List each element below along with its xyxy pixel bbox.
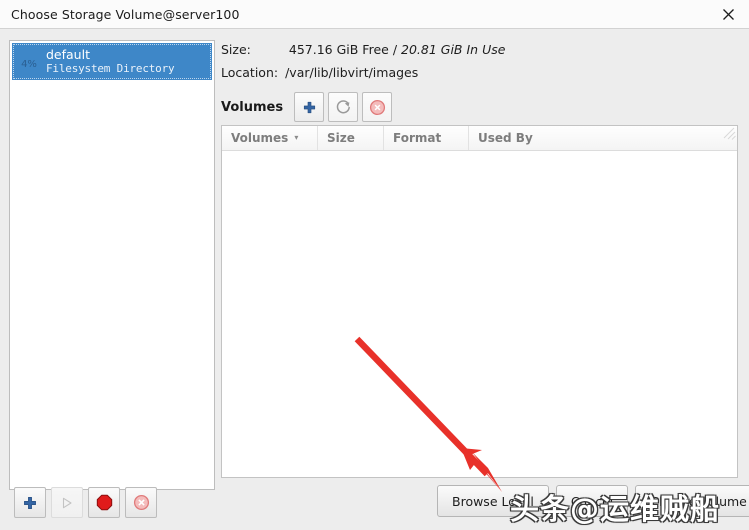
size-free-value: 457.16 GiB Free <box>288 42 389 57</box>
pool-size-row: Size: 457.16 GiB Free / 20.81 GiB In Use <box>221 42 505 57</box>
column-header-volumes-label: Volumes <box>231 131 289 145</box>
column-header-format[interactable]: Format <box>384 126 469 150</box>
choose-volume-button[interactable]: Choose Volume <box>635 485 749 517</box>
refresh-volumes-button[interactable] <box>328 92 359 122</box>
pool-name: default <box>46 46 90 62</box>
volumes-table[interactable]: Volumes ▾ Size Format Used By <box>221 125 738 478</box>
close-icon[interactable] <box>713 2 743 27</box>
size-label: Size: <box>221 42 251 57</box>
volumes-label: Volumes <box>221 99 284 115</box>
cancel-button[interactable]: Cancel <box>555 485 629 517</box>
column-header-format-label: Format <box>393 131 442 145</box>
column-header-size-label: Size <box>327 131 355 145</box>
stop-pool-button[interactable] <box>88 487 120 518</box>
sort-descending-icon: ▾ <box>294 133 299 142</box>
volumes-table-body[interactable] <box>222 151 737 477</box>
add-pool-button[interactable] <box>14 487 46 518</box>
size-separator: / <box>392 42 398 57</box>
column-header-used-by[interactable]: Used By <box>469 126 737 150</box>
volumes-toolbar: Volumes <box>221 91 396 123</box>
delete-pool-button[interactable] <box>125 487 157 518</box>
column-header-volumes[interactable]: Volumes ▾ <box>222 126 318 150</box>
volumes-table-header: Volumes ▾ Size Format Used By <box>222 126 737 151</box>
pool-usage-percent: 4% <box>21 59 37 70</box>
pool-text: default Filesystem Directory <box>46 46 175 76</box>
new-volume-button[interactable] <box>294 92 325 122</box>
storage-pool-list[interactable]: 4% default Filesystem Directory <box>9 40 215 490</box>
list-item[interactable]: 4% default Filesystem Directory <box>12 43 212 80</box>
browse-local-button[interactable]: Browse Local <box>437 485 549 517</box>
dialog-body: 4% default Filesystem Directory Size: 45… <box>0 29 749 530</box>
column-header-used-by-label: Used By <box>478 131 533 145</box>
start-pool-button <box>51 487 83 518</box>
size-in-use-value: 20.81 GiB In Use <box>401 42 506 57</box>
pool-toolbar <box>14 487 162 518</box>
dialog-action-buttons: Browse Local Cancel Choose Volume <box>437 485 749 517</box>
pool-location-row: Location: /var/lib/libvirt/images <box>221 65 418 80</box>
location-label: Location: <box>221 65 279 80</box>
delete-volume-button[interactable] <box>362 92 393 122</box>
resize-grip-icon <box>723 127 736 140</box>
pool-type: Filesystem Directory <box>46 62 175 76</box>
window-title: Choose Storage Volume@server100 <box>11 7 240 22</box>
location-value: /var/lib/libvirt/images <box>285 65 419 80</box>
pool-detail-pane: Size: 457.16 GiB Free / 20.81 GiB In Use … <box>221 29 749 530</box>
column-header-size[interactable]: Size <box>318 126 384 150</box>
title-bar: Choose Storage Volume@server100 <box>0 0 749 29</box>
